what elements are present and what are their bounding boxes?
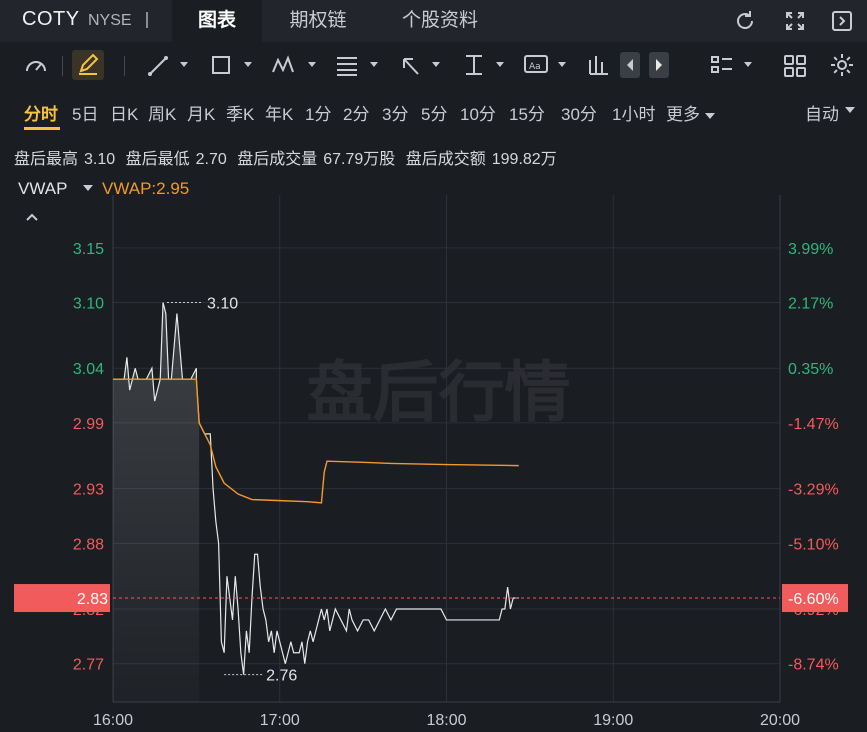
vwap-value: VWAP:2.95 [102,179,190,198]
prev-arrow-icon[interactable] [620,52,640,78]
period-5-day[interactable]: 5日 [72,100,98,125]
period-10-min[interactable]: 10分 [460,100,496,125]
y-tick-left: 3.15 [73,241,104,258]
current-price-value: 2.83 [77,591,108,608]
period-more[interactable]: 更多 [666,100,715,125]
x-tick-label: 20:00 [760,712,800,729]
tab-chart[interactable]: 图表 [172,0,262,42]
ah-volume-label: 盘后成交量 [237,151,318,168]
after-hours-stats: 盘后最高 3.10 盘后最低 2.70 盘后成交量 67.79万股 盘后成交额 199.… [14,145,563,169]
min-price-label: 2.76 [266,668,297,685]
current-pct-value: -6.60% [788,591,839,608]
sidebar-toggle-icon[interactable] [830,9,854,33]
trendline-icon[interactable] [144,50,192,80]
auto-scale-toggle[interactable]: 自动 [805,100,839,125]
period-intraday[interactable]: 分时 [24,100,58,125]
pen-icon[interactable] [72,50,104,80]
drawing-toolbar: Aa [0,46,867,84]
period-daily[interactable]: 日K [110,100,138,125]
period-5-min[interactable]: 5分 [421,100,447,125]
gauge-icon[interactable] [22,50,50,80]
header-divider [146,12,148,28]
y-tick-right: 3.99% [788,241,833,258]
chevron-down-icon [704,112,715,119]
ah-low-label: 盘后最低 [125,151,190,168]
text-height-icon[interactable] [462,50,510,80]
y-tick-right: -1.47% [788,416,839,433]
x-tick-label: 17:00 [260,712,300,729]
period-1-hour[interactable]: 1小时 [612,100,655,125]
y-tick-left: 2.88 [73,536,104,553]
y-tick-right: 2.17% [788,296,833,313]
period-30-min[interactable]: 30分 [561,100,597,125]
toolbar-divider [124,56,125,76]
toolbar-divider [62,56,63,76]
y-tick-right: -5.10% [788,536,839,553]
period-2-min[interactable]: 2分 [343,100,369,125]
max-price-label: 3.10 [207,296,238,313]
x-tick-label: 19:00 [593,712,633,729]
collapse-chevron-icon[interactable] [24,210,40,228]
y-tick-right: -8.74% [788,657,839,674]
ah-high-value: 3.10 [84,151,116,168]
candle-bars-icon[interactable] [586,50,610,80]
tab-stock-profile[interactable]: 个股资料 [380,0,500,42]
ah-high-label: 盘后最高 [14,151,79,168]
settings-icon[interactable] [828,50,856,80]
ah-low-value: 2.70 [195,151,227,168]
grid-layout-icon[interactable] [782,50,808,80]
list-settings-icon[interactable] [710,50,758,80]
period-yearly[interactable]: 年K [265,100,293,125]
fullscreen-icon[interactable] [783,9,807,33]
period-weekly[interactable]: 周K [148,100,176,125]
fibonacci-icon[interactable] [334,50,382,80]
next-arrow-icon[interactable] [649,52,669,78]
header-bar: COTY NYSE 图表 期权链 个股资料 [0,0,867,42]
period-more-label: 更多 [666,105,700,124]
x-tick-label: 16:00 [93,712,133,729]
arrow-icon[interactable] [398,50,446,80]
y-tick-left: 2.77 [73,657,104,674]
period-15-min[interactable]: 15分 [509,100,545,125]
y-tick-right: -3.29% [788,482,839,499]
period-1-min[interactable]: 1分 [305,100,331,125]
period-quarterly[interactable]: 季K [226,100,254,125]
y-tick-left: 3.10 [73,296,104,313]
chevron-down-icon[interactable] [83,185,93,191]
price-chart[interactable]: 盘后行情 3.15 3.99% 3.10 2.17% 3.04 0.35% 2.99 -1.47… [0,190,867,732]
y-tick-right: 0.35% [788,361,833,378]
active-period-underline [24,127,60,130]
ah-volume-value: 67.79万股 [323,151,396,168]
ah-amount-value: 199.82万 [491,151,557,168]
rectangle-icon[interactable] [208,50,256,80]
watermark: 盘后行情 [307,354,571,431]
ah-amount-label: 盘后成交额 [405,151,486,168]
y-tick-left: 2.99 [73,416,104,433]
period-3-min[interactable]: 3分 [382,100,408,125]
svg-text:Aa: Aa [529,62,541,72]
chevron-down-icon[interactable] [845,107,855,113]
indicator-name[interactable]: VWAP [18,179,67,199]
tab-options-chain[interactable]: 期权链 [270,0,366,42]
ticker-symbol: COTY [22,8,80,30]
annotation-icon[interactable]: Aa [522,50,572,80]
y-tick-left: 2.93 [73,482,104,499]
exchange-name: NYSE [88,12,132,29]
pattern-icon[interactable] [270,50,320,80]
x-tick-label: 18:00 [426,712,466,729]
y-tick-left: 3.04 [73,361,104,378]
period-monthly[interactable]: 月K [187,100,215,125]
refresh-icon[interactable] [733,9,757,33]
period-selector: 分时 5日 日K 周K 月K 季K 年K 1分 2分 3分 5分 10分 15分… [0,92,867,128]
